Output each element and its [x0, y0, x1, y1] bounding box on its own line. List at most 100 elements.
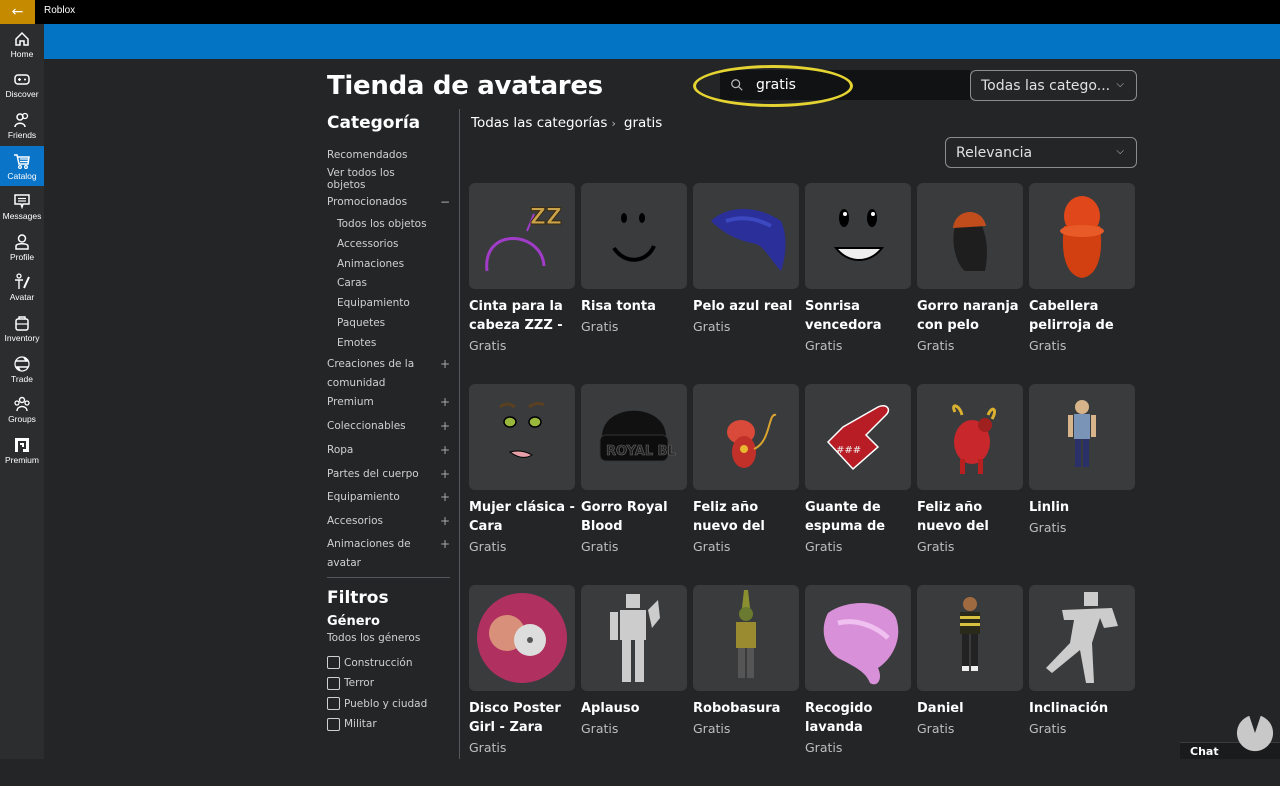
category-item[interactable]: Animaciones: [327, 254, 450, 274]
item-card[interactable]: ZZ Cinta para la cabeza ZZZ - Gratis: [469, 183, 575, 384]
item-name[interactable]: Mujer clásica - Cara: [469, 498, 575, 536]
item-thumbnail[interactable]: ZZ: [469, 183, 575, 289]
item-card[interactable]: Inclinación Gratis: [1029, 585, 1135, 786]
nav-item-discover[interactable]: Discover: [0, 65, 44, 106]
category-item[interactable]: Coleccionables +: [327, 414, 450, 438]
nav-item-groups[interactable]: Groups: [0, 389, 44, 430]
item-name[interactable]: Gorro Royal Blood: [581, 498, 687, 536]
item-thumbnail[interactable]: ROYAL BL: [581, 384, 687, 490]
item-name[interactable]: Pelo azul real: [693, 297, 799, 316]
category-item[interactable]: Partes del cuerpo +: [327, 462, 450, 486]
nav-item-avatar[interactable]: Avatar: [0, 268, 44, 309]
item-card[interactable]: Pelo azul real Gratis: [693, 183, 799, 384]
item-card[interactable]: Daniel Gratis: [917, 585, 1023, 786]
item-thumbnail[interactable]: [805, 183, 911, 289]
checkbox[interactable]: [327, 697, 340, 711]
item-thumbnail[interactable]: [917, 183, 1023, 289]
category-item[interactable]: Premium +: [327, 391, 450, 415]
category-item[interactable]: Todos los objetos: [327, 214, 450, 234]
nav-item-home[interactable]: Home: [0, 24, 44, 65]
item-card[interactable]: Feliz año nuevo del Gratis: [917, 384, 1023, 585]
nav-item-premium[interactable]: Premium: [0, 430, 44, 471]
checkbox[interactable]: [327, 717, 340, 731]
nav-item-profile[interactable]: Profile: [0, 227, 44, 268]
item-name[interactable]: Risa tonta: [581, 297, 687, 316]
breadcrumb-root[interactable]: Todas las categorías: [471, 115, 607, 131]
expand-icon[interactable]: +: [440, 355, 450, 374]
category-item[interactable]: Paquetes: [327, 313, 450, 333]
item-name[interactable]: Feliz año nuevo del: [693, 498, 799, 536]
item-card[interactable]: Sonrisa vencedora Gratis: [805, 183, 911, 384]
category-item[interactable]: Creaciones de la comunidad +: [327, 353, 450, 391]
item-card[interactable]: Mujer clásica - Cara Gratis: [469, 384, 575, 585]
category-item[interactable]: Equipamiento +: [327, 485, 450, 509]
back-button[interactable]: ←: [0, 0, 35, 24]
nav-item-inventory[interactable]: Inventory: [0, 308, 44, 349]
item-name[interactable]: Recogido lavanda: [805, 699, 911, 737]
item-thumbnail[interactable]: [693, 384, 799, 490]
item-card[interactable]: ROYAL BL Gorro Royal Blood Gratis: [581, 384, 687, 585]
collapse-icon[interactable]: −: [440, 195, 450, 209]
item-name[interactable]: Robobasura: [693, 699, 799, 718]
item-thumbnail[interactable]: [1029, 384, 1135, 490]
item-name[interactable]: Inclinación: [1029, 699, 1135, 718]
item-thumbnail[interactable]: [917, 384, 1023, 490]
item-name[interactable]: Linlin: [1029, 498, 1135, 517]
category-item[interactable]: Emotes: [327, 333, 450, 353]
checkbox[interactable]: [327, 656, 340, 670]
item-thumbnail[interactable]: [581, 183, 687, 289]
category-dropdown[interactable]: Todas las catego... ⌵: [970, 70, 1137, 101]
item-name[interactable]: Cinta para la cabeza ZZZ -: [469, 297, 575, 335]
item-name[interactable]: Aplauso: [581, 699, 687, 718]
item-card[interactable]: Linlin Gratis: [1029, 384, 1135, 585]
item-card[interactable]: Aplauso Gratis: [581, 585, 687, 786]
item-name[interactable]: Sonrisa vencedora: [805, 297, 911, 335]
item-name[interactable]: Feliz año nuevo del: [917, 498, 1023, 536]
genre-filter[interactable]: Militar: [327, 714, 450, 734]
item-name[interactable]: Guante de espuma de fan: [805, 498, 911, 536]
expand-icon[interactable]: +: [440, 443, 450, 457]
search-box[interactable]: [720, 70, 970, 100]
nav-item-messages[interactable]: Messages: [0, 186, 44, 227]
item-card[interactable]: Feliz año nuevo del Gratis: [693, 384, 799, 585]
item-thumbnail[interactable]: ###: [805, 384, 911, 490]
item-card[interactable]: Recogido lavanda Gratis: [805, 585, 911, 786]
genre-filter[interactable]: Terror: [327, 673, 450, 693]
item-card[interactable]: ### Guante de espuma de fan Gratis: [805, 384, 911, 585]
category-item[interactable]: Ropa +: [327, 438, 450, 462]
category-item[interactable]: Accessorios: [327, 234, 450, 254]
category-item[interactable]: Recomendados: [327, 143, 450, 167]
expand-icon[interactable]: +: [440, 419, 450, 433]
nav-item-trade[interactable]: Trade: [0, 349, 44, 390]
category-item[interactable]: Animaciones de avatar +: [327, 533, 450, 571]
category-item[interactable]: Equipamiento: [327, 293, 450, 313]
item-card[interactable]: Risa tonta Gratis: [581, 183, 687, 384]
category-item[interactable]: Ver todos los objetos: [327, 167, 450, 191]
item-thumbnail[interactable]: [693, 585, 799, 691]
genre-filter[interactable]: Construcción: [327, 653, 450, 673]
item-card[interactable]: Gorro naranja con pelo Gratis: [917, 183, 1023, 384]
expand-icon[interactable]: +: [440, 395, 450, 409]
category-item[interactable]: Caras: [327, 273, 450, 293]
nav-item-friends[interactable]: Friends: [0, 105, 44, 146]
item-name[interactable]: Daniel: [917, 699, 1023, 718]
item-name[interactable]: Gorro naranja con pelo: [917, 297, 1023, 335]
item-thumbnail[interactable]: [693, 183, 799, 289]
genre-all-option[interactable]: Todos los géneros: [327, 632, 450, 644]
search-input[interactable]: [756, 77, 936, 93]
expand-icon[interactable]: +: [440, 535, 450, 554]
item-thumbnail[interactable]: [1029, 585, 1135, 691]
item-thumbnail[interactable]: [805, 585, 911, 691]
item-card[interactable]: Disco Poster Girl - Zara Gratis: [469, 585, 575, 786]
genre-filter[interactable]: Pueblo y ciudad: [327, 694, 450, 714]
item-thumbnail[interactable]: [917, 585, 1023, 691]
item-thumbnail[interactable]: [469, 384, 575, 490]
checkbox[interactable]: [327, 676, 340, 690]
item-card[interactable]: Cabellera pelirroja de Gratis: [1029, 183, 1135, 384]
item-name[interactable]: Disco Poster Girl - Zara: [469, 699, 575, 737]
item-thumbnail[interactable]: [581, 585, 687, 691]
nav-item-catalog[interactable]: Catalog: [0, 145, 44, 187]
sort-dropdown[interactable]: Relevancia ⌵: [945, 137, 1137, 168]
expand-icon[interactable]: +: [440, 490, 450, 504]
item-thumbnail[interactable]: [1029, 183, 1135, 289]
